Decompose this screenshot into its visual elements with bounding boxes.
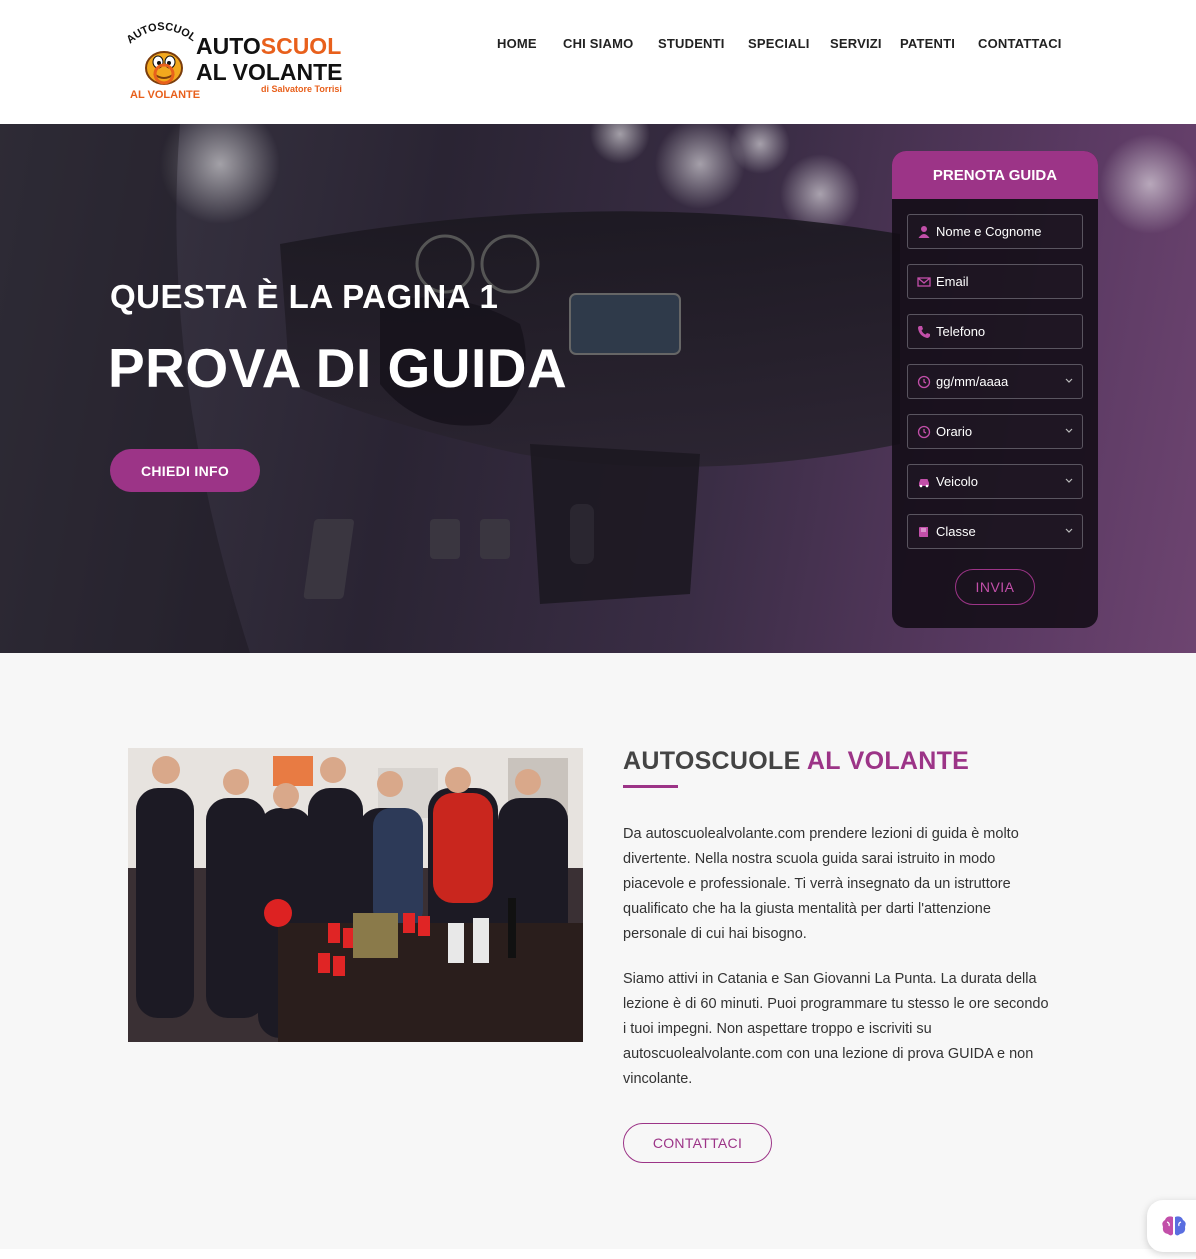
envelope-icon <box>917 277 931 287</box>
phone-field-placeholder: Telefono <box>936 324 986 339</box>
time-select[interactable]: Orario <box>907 414 1083 449</box>
svg-text:di Salvatore Torrisi: di Salvatore Torrisi <box>261 84 342 94</box>
site-header: AUTOSCUOLE AL VOLANTE AUTOSCUOLE AL VOLA… <box>0 0 1196 124</box>
clock-icon <box>917 425 931 439</box>
hero-subtitle: QUESTA È LA PAGINA 1 <box>110 278 499 315</box>
logo-graphic: AUTOSCUOLE AL VOLANTE AUTOSCUOLE AL VOLA… <box>122 13 356 101</box>
email-field[interactable]: Email <box>907 264 1083 299</box>
hero-banner: QUESTA È LA PAGINA 1 PROVA DI GUIDA CHIE… <box>0 124 1196 653</box>
main-nav: HOME CHI SIAMO STUDENTI SPECIALI SERVIZI… <box>0 36 1196 52</box>
nav-speciali[interactable]: SPECIALI <box>748 36 810 52</box>
group-photo-illustration <box>128 748 583 1042</box>
about-section: AUTOSCUOLE AL VOLANTE Da autoscuolealvol… <box>0 653 1196 1249</box>
booking-form: PRENOTA GUIDA Nome e Cognome Email Telef… <box>892 151 1098 628</box>
nav-patenti[interactable]: PATENTI <box>900 36 955 52</box>
vehicle-select[interactable]: Veicolo <box>907 464 1083 499</box>
svg-text:AL VOLANTE: AL VOLANTE <box>196 59 342 85</box>
svg-text:AL VOLANTE: AL VOLANTE <box>130 89 200 101</box>
user-icon <box>918 226 930 238</box>
time-select-value: Orario <box>936 424 973 439</box>
phone-icon <box>918 326 930 338</box>
title-underline <box>623 785 678 788</box>
nav-home[interactable]: HOME <box>497 36 537 52</box>
hero-title: PROVA DI GUIDA <box>108 337 568 399</box>
group-photo <box>128 748 583 1042</box>
nav-chi-siamo[interactable]: CHI SIAMO <box>563 36 633 52</box>
invia-button[interactable]: INVIA <box>955 569 1035 605</box>
date-field-placeholder: gg/mm/aaaa <box>936 374 1009 389</box>
vehicle-select-value: Veicolo <box>936 474 978 489</box>
class-select[interactable]: Classe <box>907 514 1083 549</box>
about-paragraph-1: Da autoscuolealvolante.com prendere lezi… <box>623 826 1019 942</box>
clock-icon <box>917 375 931 389</box>
phone-field[interactable]: Telefono <box>907 314 1083 349</box>
chevron-down-icon <box>1065 528 1073 533</box>
about-title: AUTOSCUOLE AL VOLANTE <box>623 747 970 775</box>
name-field-placeholder: Nome e Cognome <box>936 224 1042 239</box>
brain-icon <box>1162 1216 1186 1236</box>
car-icon <box>919 479 929 488</box>
chevron-down-icon <box>1065 428 1073 433</box>
name-field[interactable]: Nome e Cognome <box>907 214 1083 249</box>
accessibility-widget-button[interactable] <box>1147 1200 1196 1252</box>
contattaci-button[interactable]: CONTATTACI <box>623 1123 772 1163</box>
book-icon <box>919 527 928 537</box>
nav-contattaci[interactable]: CONTATTACI <box>978 36 1062 52</box>
site-logo[interactable]: AUTOSCUOLE AL VOLANTE AUTOSCUOLE AL VOLA… <box>122 13 356 102</box>
nav-servizi[interactable]: SERVIZI <box>830 36 882 52</box>
email-field-placeholder: Email <box>936 274 969 289</box>
about-paragraph-2: Siamo attivi in Catania e San Giovanni L… <box>623 971 1049 1087</box>
chiedi-info-button[interactable]: CHIEDI INFO <box>110 449 260 492</box>
chevron-down-icon <box>1065 478 1073 483</box>
date-field[interactable]: gg/mm/aaaa <box>907 364 1083 399</box>
nav-studenti[interactable]: STUDENTI <box>658 36 725 52</box>
class-select-value: Classe <box>936 524 976 539</box>
calendar-chevron-icon[interactable] <box>1064 376 1074 386</box>
booking-title: PRENOTA GUIDA <box>892 151 1098 199</box>
